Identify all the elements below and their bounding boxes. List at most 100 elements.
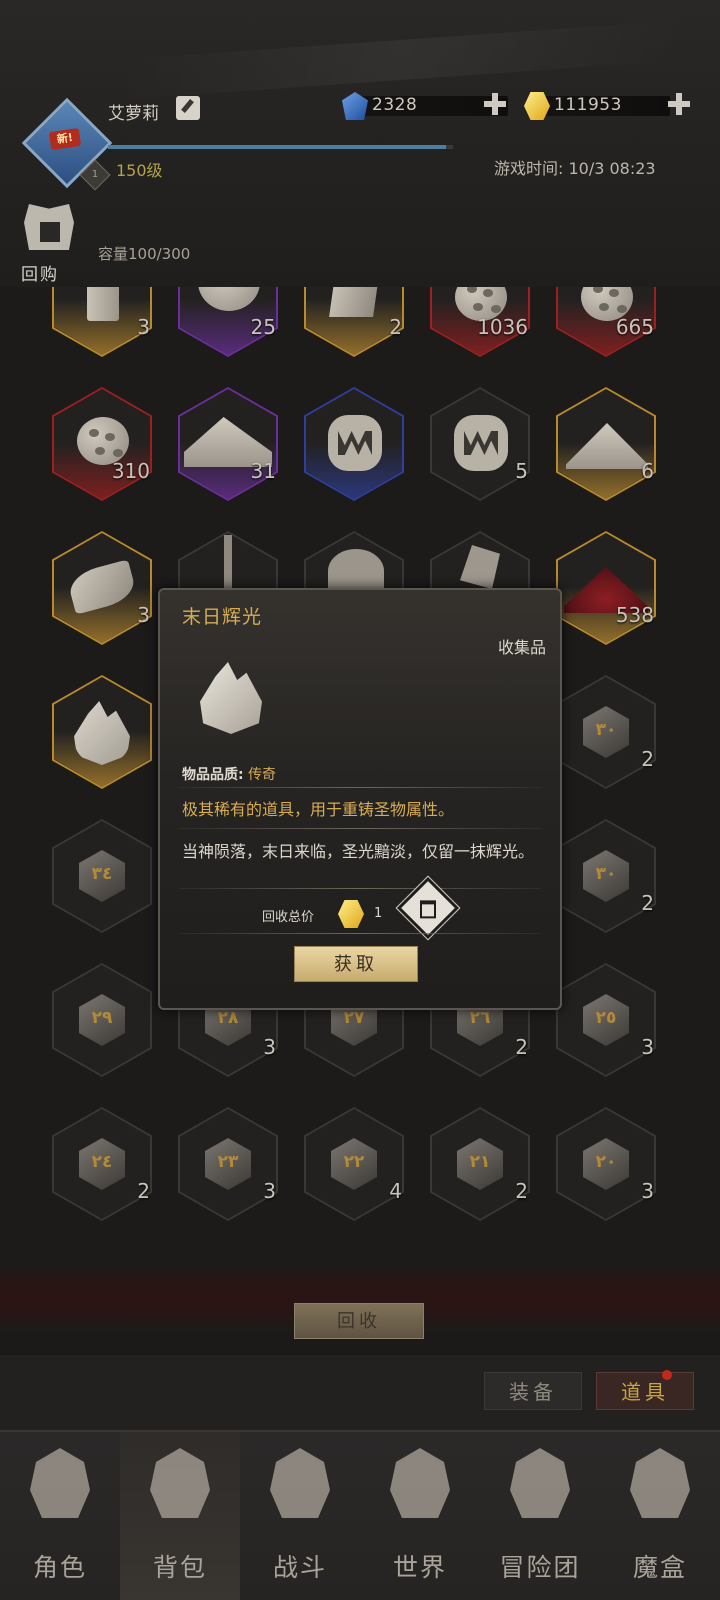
game-time: 游戏时间: 10/3 08:23: [494, 159, 656, 178]
item-count: 3: [641, 1179, 654, 1203]
inventory-slot[interactable]: [52, 675, 152, 789]
inventory-slot[interactable]: ٢٠ 3: [556, 1107, 656, 1221]
item-quality: 物品品质: 传奇: [182, 764, 276, 784]
rune-glyph: ٣٠: [595, 864, 617, 884]
rock-icon: [77, 417, 129, 465]
nav-item[interactable]: 世界: [360, 1430, 480, 1600]
nav-item[interactable]: 背包: [120, 1430, 240, 1600]
player-level: 150级: [116, 161, 163, 180]
rank-chip: 1: [79, 159, 111, 191]
item-count: 2: [641, 747, 654, 771]
inventory-slot[interactable]: 1036: [430, 287, 530, 357]
item-lore-description: 当神陨落，末日来临，圣光黯淡，仅留一抹辉光。: [182, 842, 535, 861]
inventory-slot[interactable]: ٢٢ 4: [304, 1107, 404, 1221]
item-count: 310: [111, 459, 150, 483]
item-count: 1036: [477, 315, 528, 339]
buyback-button[interactable]: 回购: [12, 202, 84, 285]
nav-label: 背包: [152, 1553, 207, 1582]
gold-gem-icon: [338, 900, 364, 928]
rune-glyph: ٣٠: [595, 720, 617, 740]
item-count: 3: [641, 1035, 654, 1059]
jaw-icon: [328, 415, 382, 471]
inventory-slot[interactable]: ٣٠ 2: [556, 675, 656, 789]
inventory-slot[interactable]: 3: [52, 531, 152, 645]
nav-label: 战斗: [272, 1553, 327, 1582]
jaw-icon: [454, 415, 508, 471]
item-count: 2: [515, 1179, 528, 1203]
rune-glyph: ٢٥: [595, 1008, 617, 1028]
item-count: 5: [515, 459, 528, 483]
inventory-slot[interactable]: 25: [178, 287, 278, 357]
nav-item[interactable]: 战斗: [240, 1430, 360, 1600]
nav-label: 冒险团: [499, 1553, 581, 1582]
rune-glyph: ٢٩: [91, 1008, 113, 1028]
cart-basket: [40, 222, 60, 242]
divider: [178, 888, 542, 889]
item-count: 3: [137, 315, 150, 339]
rune-glyph: ٢٣: [217, 1152, 239, 1172]
inventory-slot[interactable]: ٢٥ 3: [556, 963, 656, 1077]
castle-icon: [510, 1448, 570, 1518]
inventory-slot[interactable]: 3: [52, 287, 152, 357]
recycle-button[interactable]: 回收: [294, 1303, 424, 1339]
inventory-slot[interactable]: ٢٤ 2: [52, 1107, 152, 1221]
quality-value: 传奇: [248, 767, 277, 783]
item-category: 收集品: [497, 638, 546, 657]
inventory-slot[interactable]: 6: [556, 387, 656, 501]
add-gold-plus-icon[interactable]: [668, 93, 690, 115]
rune-glyph: ٢٢: [343, 1152, 365, 1172]
experience-bar: [108, 145, 453, 149]
item-count: 2: [137, 1179, 150, 1203]
shell-icon: [328, 549, 384, 593]
inventory-slot[interactable]: ٣٠ 2: [556, 819, 656, 933]
inventory-slot[interactable]: 2: [304, 287, 404, 357]
inventory-slot[interactable]: ٢٩: [52, 963, 152, 1077]
tab-items-notification-dot: [662, 1370, 672, 1380]
player-name: 艾萝莉: [108, 104, 159, 124]
inventory-slot[interactable]: 31: [178, 387, 278, 501]
nav-label: 魔盒: [632, 1553, 687, 1582]
experience-fill: [108, 145, 447, 149]
gold-value: 111953: [554, 95, 622, 115]
inventory-slot[interactable]: 5: [430, 387, 530, 501]
inventory-slot[interactable]: ٣٤: [52, 819, 152, 933]
inventory-slot[interactable]: 665: [556, 287, 656, 357]
nav-item[interactable]: 冒险团: [480, 1430, 600, 1600]
rune-glyph: ٢٤: [91, 1152, 113, 1172]
divider: [178, 787, 542, 788]
rank-chip-label: 1: [91, 169, 99, 180]
item-count: 31: [250, 459, 276, 483]
item-count: 2: [641, 891, 654, 915]
add-blue-gems-plus-icon[interactable]: [484, 93, 506, 115]
magic-box-icon: [630, 1448, 690, 1518]
inventory-slot[interactable]: [304, 387, 404, 501]
nav-label: 世界: [392, 1553, 447, 1582]
inventory-slot[interactable]: ٢٣ 3: [178, 1107, 278, 1221]
tab-items[interactable]: 道具: [596, 1372, 694, 1410]
item-count: 3: [263, 1179, 276, 1203]
trash-icon[interactable]: [395, 875, 461, 941]
shield-sword-icon: [270, 1448, 330, 1518]
quality-label: 物品品质:: [182, 767, 244, 783]
inventory-slot[interactable]: 538: [556, 531, 656, 645]
recycle-value: 1: [374, 906, 383, 921]
player-avatar[interactable]: 新! 1: [21, 97, 113, 191]
nav-label: 角色: [32, 1553, 87, 1582]
item-count: 2: [389, 315, 402, 339]
edit-name-icon[interactable]: [176, 96, 200, 120]
tab-equipment[interactable]: 装备: [484, 1372, 582, 1410]
item-count: 3: [263, 1035, 276, 1059]
trash-can-shape: [420, 900, 436, 919]
nav-item[interactable]: 角色: [0, 1430, 120, 1600]
rune-glyph: ٢٠: [595, 1152, 617, 1172]
nav-item[interactable]: 魔盒: [600, 1430, 720, 1600]
item-count: 25: [250, 315, 276, 339]
rune-glyph: ٣٤: [91, 864, 113, 884]
item-count: 2: [515, 1035, 528, 1059]
get-button[interactable]: 获取: [294, 946, 418, 982]
plank-icon: [87, 287, 119, 321]
item-title: 末日辉光: [182, 606, 263, 628]
item-detail-popup: 末日辉光 收集品 物品品质: 传奇 极其稀有的道具，用于重铸圣物属性。 当神陨落…: [158, 588, 562, 1010]
inventory-slot[interactable]: ٢١ 2: [430, 1107, 530, 1221]
inventory-slot[interactable]: 310: [52, 387, 152, 501]
